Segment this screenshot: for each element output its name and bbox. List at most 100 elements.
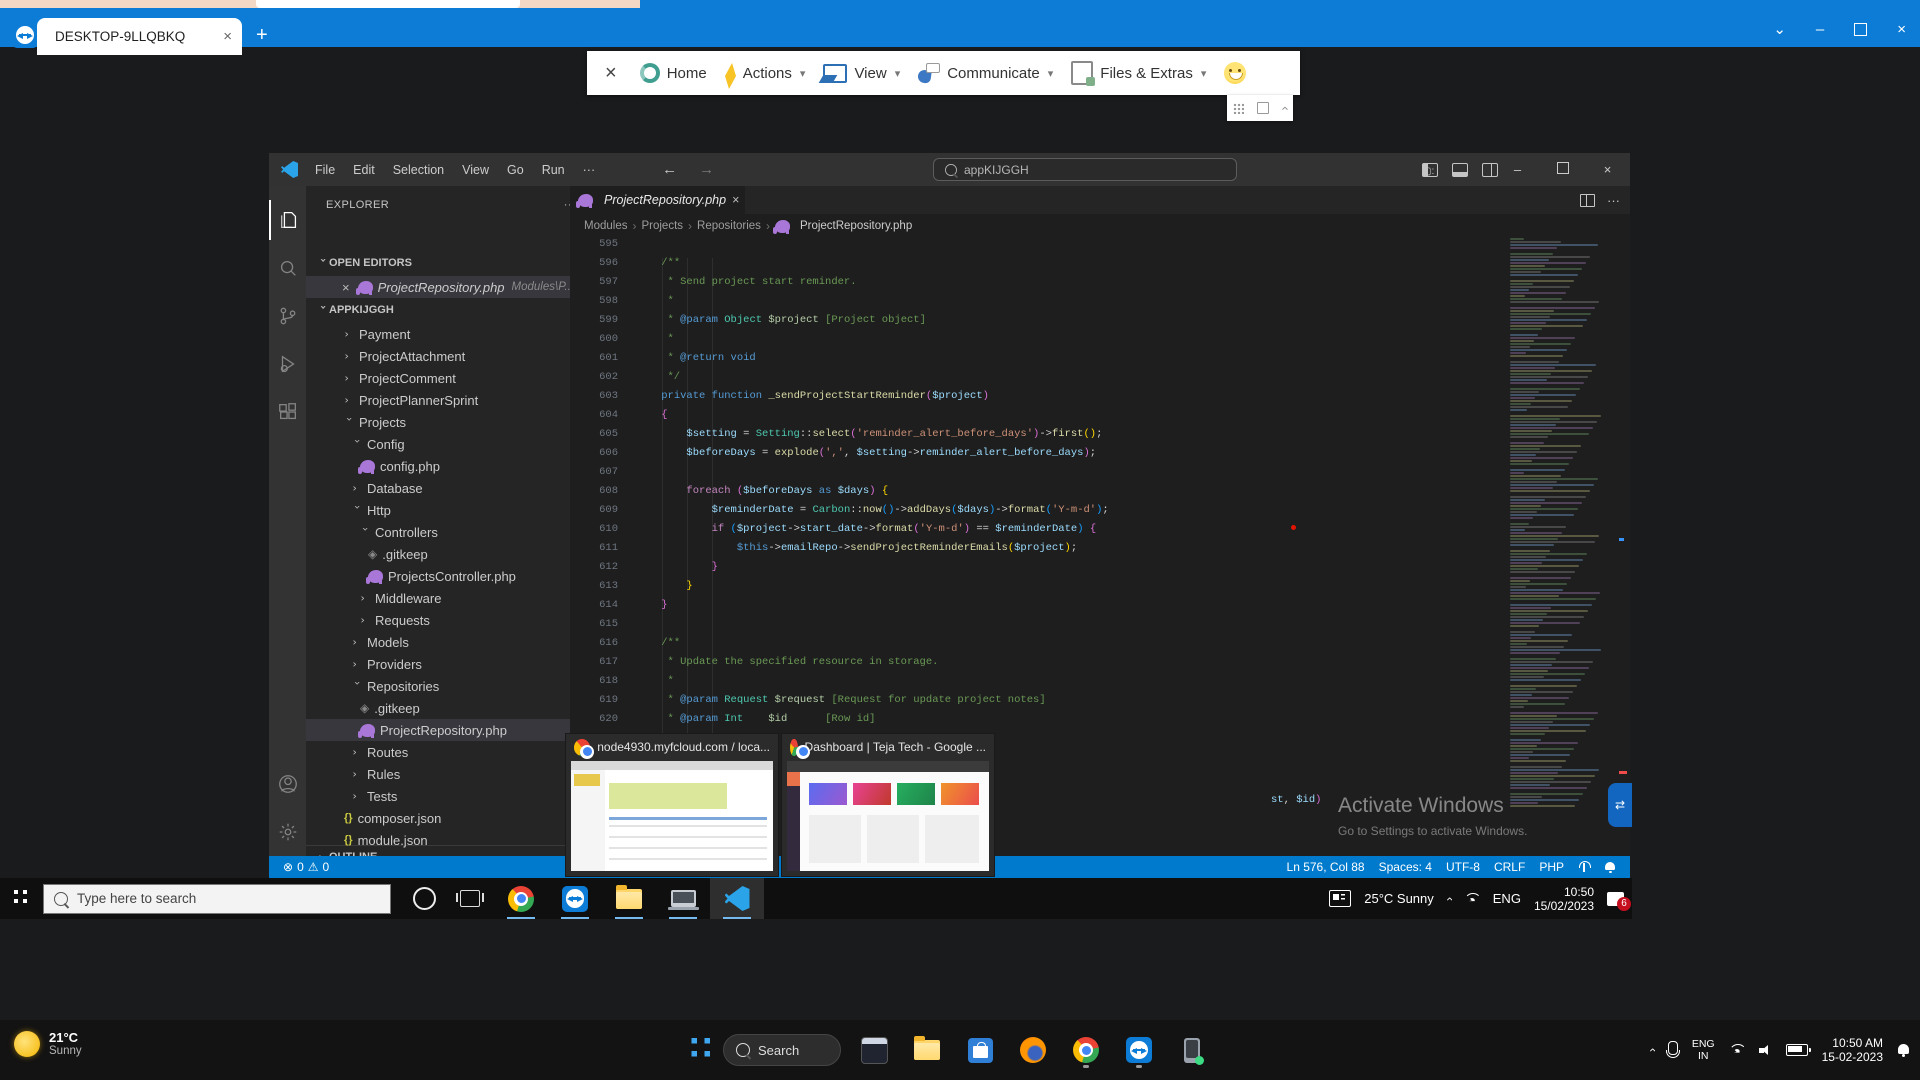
- cortana-icon[interactable]: [413, 887, 436, 910]
- terminal-icon[interactable]: [854, 1030, 894, 1070]
- tree-item--gitkeep[interactable]: ◈.gitkeep: [306, 697, 570, 719]
- network-icon[interactable]: [1464, 893, 1480, 905]
- news-weather-icon[interactable]: [1329, 890, 1351, 907]
- chrome-preview-1[interactable]: node4930.myfcloud.com / loca...: [565, 733, 779, 877]
- close-icon[interactable]: ×: [1897, 21, 1906, 38]
- breadcrumb-item[interactable]: ProjectRepository.php: [775, 220, 912, 233]
- toolbar-close-icon[interactable]: ×: [599, 62, 623, 85]
- editor-scrollbar[interactable]: [1617, 238, 1630, 856]
- preview-thumbnail[interactable]: [571, 761, 773, 871]
- action-center-icon[interactable]: 6: [1607, 892, 1624, 906]
- file-explorer-icon[interactable]: [907, 1030, 947, 1070]
- source-control-icon[interactable]: [269, 296, 306, 336]
- taskbar-search-input[interactable]: Type here to search: [43, 884, 391, 914]
- tree-item-models[interactable]: ›Models: [306, 631, 570, 653]
- split-editor-icon[interactable]: [1580, 194, 1595, 207]
- breadcrumb-item[interactable]: Projects: [641, 220, 683, 232]
- tree-item-projects[interactable]: ›Projects: [306, 411, 570, 433]
- tree-item-config[interactable]: ›Config: [306, 433, 570, 455]
- tree-item-routes[interactable]: ›Routes: [306, 741, 570, 763]
- tree-item--gitkeep[interactable]: ◈.gitkeep: [306, 543, 570, 565]
- tree-item-projectscontroller-php[interactable]: ProjectsController.php: [306, 565, 570, 587]
- minimize-icon[interactable]: –: [1816, 21, 1824, 38]
- notifications-bell-icon[interactable]: [1897, 1043, 1910, 1057]
- taskbar-search-input[interactable]: Search: [723, 1034, 841, 1066]
- vscode-restore-icon[interactable]: [1540, 162, 1585, 177]
- device-icon[interactable]: [656, 878, 710, 919]
- chrome-preview-2[interactable]: Dashboard | Teja Tech - Google ...: [781, 733, 995, 877]
- status-item[interactable]: CRLF: [1494, 860, 1525, 874]
- tree-item-projectplannersprint[interactable]: ›ProjectPlannerSprint: [306, 389, 570, 411]
- menu-go[interactable]: Go: [498, 163, 533, 177]
- teamviewer-icon[interactable]: [1119, 1030, 1159, 1070]
- clock[interactable]: 10:50 AM 15-02-2023: [1822, 1036, 1883, 1064]
- tree-item-rules[interactable]: ›Rules: [306, 763, 570, 785]
- problems-indicator[interactable]: ⊗ 0 ⚠ 0: [283, 860, 329, 874]
- menu-run[interactable]: Run: [533, 163, 574, 177]
- status-item[interactable]: Ln 576, Col 88: [1287, 860, 1365, 874]
- toolbar-smiley[interactable]: [1215, 62, 1255, 84]
- tree-item-projectattachment[interactable]: ›ProjectAttachment: [306, 345, 570, 367]
- menu-[interactable]: ···: [574, 163, 605, 177]
- new-session-button[interactable]: +: [256, 24, 268, 47]
- minimap[interactable]: [1504, 238, 1617, 856]
- tree-item-config-php[interactable]: config.php: [306, 455, 570, 477]
- speaker-icon[interactable]: [1759, 1045, 1772, 1056]
- tree-item-tests[interactable]: ›Tests: [306, 785, 570, 807]
- tree-item-module-json[interactable]: {}module.json: [306, 829, 570, 851]
- file-explorer-icon[interactable]: [602, 878, 656, 919]
- search-sidebar-icon[interactable]: [269, 248, 306, 288]
- store-icon[interactable]: [960, 1030, 1000, 1070]
- menu-edit[interactable]: Edit: [344, 163, 384, 177]
- status-item[interactable]: Spaces: 4: [1379, 860, 1432, 874]
- tree-item-projectcomment[interactable]: ›ProjectComment: [306, 367, 570, 389]
- tree-item-http[interactable]: ›Http: [306, 499, 570, 521]
- weather-widget[interactable]: 21°C Sunny: [14, 1030, 82, 1057]
- battery-icon[interactable]: [1786, 1044, 1808, 1056]
- vscode-icon[interactable]: [710, 878, 764, 919]
- language-indicator[interactable]: ENG IN: [1692, 1038, 1715, 1062]
- microphone-icon[interactable]: [1668, 1041, 1678, 1055]
- breadcrumb-item[interactable]: Repositories: [697, 220, 761, 232]
- collapse-toolbar-icon[interactable]: ›: [1277, 106, 1292, 110]
- tree-item-controllers[interactable]: ›Controllers: [306, 521, 570, 543]
- accounts-icon[interactable]: [269, 764, 306, 804]
- preview-thumbnail[interactable]: [787, 761, 989, 871]
- menu-view[interactable]: View: [453, 163, 498, 177]
- tab-close-icon[interactable]: ×: [732, 193, 739, 207]
- grid-dots-icon[interactable]: [1233, 103, 1244, 114]
- notifications-bell-icon[interactable]: [1604, 861, 1616, 873]
- clock[interactable]: 10:50 15/02/2023: [1534, 885, 1594, 913]
- menu-dropdown-icon[interactable]: ⌄: [1773, 20, 1786, 38]
- language-indicator[interactable]: ENG: [1493, 891, 1521, 906]
- start-button-icon[interactable]: [686, 1038, 710, 1062]
- breadcrumb-item[interactable]: Modules: [584, 220, 627, 232]
- back-icon[interactable]: ←: [662, 161, 677, 178]
- tree-item-composer-json[interactable]: {}composer.json: [306, 807, 570, 829]
- status-item[interactable]: UTF-8: [1446, 860, 1480, 874]
- menu-selection[interactable]: Selection: [384, 163, 453, 177]
- toolbar-communicate[interactable]: Communicate▾: [909, 63, 1062, 83]
- tree-item-projectrepository-php[interactable]: ProjectRepository.php: [306, 719, 570, 741]
- open-editor-item[interactable]: × ProjectRepository.php Modules\P...: [306, 276, 570, 298]
- start-button-icon[interactable]: [10, 890, 27, 907]
- tree-item-repositories[interactable]: ›Repositories: [306, 675, 570, 697]
- tree-item-providers[interactable]: ›Providers: [306, 653, 570, 675]
- toolbar-home[interactable]: Home: [631, 63, 716, 83]
- editor-more-icon[interactable]: ···: [1607, 193, 1620, 208]
- status-item[interactable]: PHP: [1539, 860, 1564, 874]
- settings-gear-icon[interactable]: [269, 812, 306, 852]
- tree-item-payment[interactable]: ›Payment: [306, 323, 570, 345]
- chrome-icon[interactable]: [494, 878, 548, 919]
- tab-projectrepository[interactable]: ProjectRepository.php ×: [570, 186, 745, 214]
- toolbar-files-extras[interactable]: Files & Extras▾: [1062, 61, 1215, 85]
- tray-chevron-icon[interactable]: ›: [1645, 1048, 1659, 1052]
- broadcast-icon[interactable]: [1578, 861, 1590, 873]
- fullscreen-icon[interactable]: [1257, 102, 1269, 114]
- run-debug-icon[interactable]: [269, 344, 306, 384]
- tray-chevron-icon[interactable]: ›: [1442, 897, 1456, 901]
- workspace-section[interactable]: ›APPKIJGGH: [306, 299, 570, 321]
- toolbar-view[interactable]: View▾: [814, 64, 909, 83]
- chrome-icon[interactable]: [1066, 1030, 1106, 1070]
- weather-label[interactable]: 25°C Sunny: [1364, 891, 1434, 906]
